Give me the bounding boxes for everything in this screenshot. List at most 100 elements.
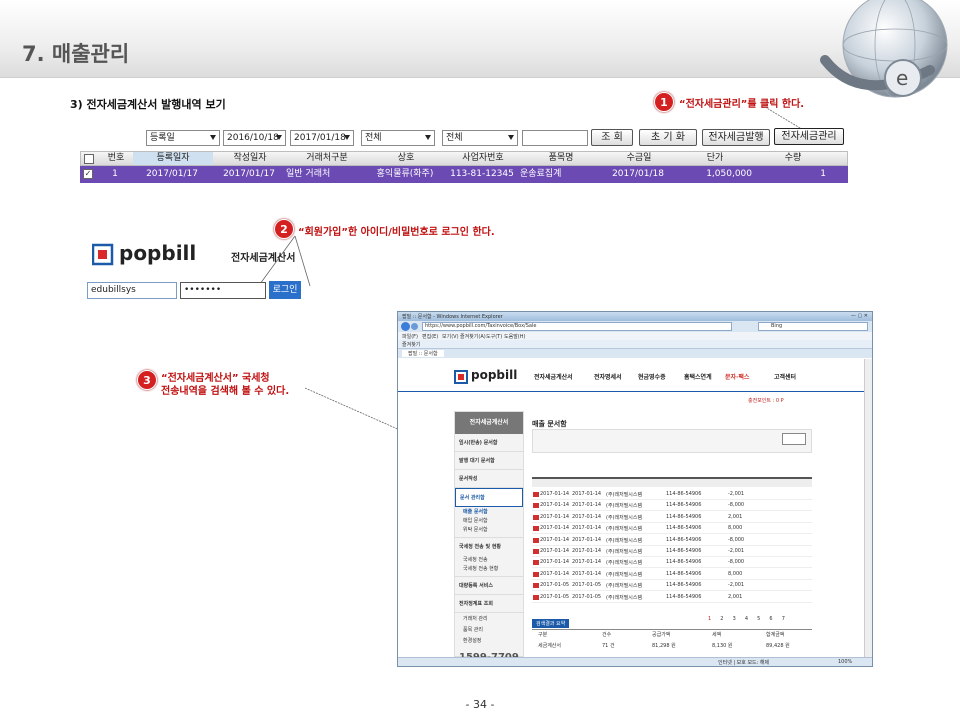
document-status-icon xyxy=(533,503,539,509)
date-from-select[interactable]: 2016/10/18 xyxy=(223,130,286,146)
sidebar-item-ledger[interactable]: 전자정계표 조회 xyxy=(455,594,523,612)
col-quantity: 수량 xyxy=(784,153,802,163)
page-6[interactable]: 6 xyxy=(769,616,772,622)
keyword-input[interactable] xyxy=(522,130,588,146)
sidebar-sub-nts-status[interactable]: 국세청 전송 현황 xyxy=(455,564,523,576)
page-1[interactable]: 1 xyxy=(708,616,711,622)
page-4[interactable]: 4 xyxy=(745,616,748,622)
reset-button[interactable]: 초 기 화 xyxy=(639,129,697,146)
result-row[interactable]: 2017-01-14 2017-01-14 (주)래저필시스템 114-86-5490… xyxy=(532,489,812,500)
result-row[interactable]: 2017-01-05 2017-01-05 (주)래저필시스템 114-86-5490… xyxy=(532,592,812,603)
browser-search-input[interactable]: Bing xyxy=(758,322,868,331)
username-input[interactable]: edubillsys xyxy=(87,282,177,299)
manage-tax-invoice-button[interactable]: 전자세금관리 xyxy=(774,128,844,145)
result-row[interactable]: 2017-01-14 2017-01-14 (주)래저필시스템 114-86-5490… xyxy=(532,569,812,580)
document-status-icon xyxy=(533,526,539,532)
sidebar-sub-purchase[interactable]: 매입 문서함 xyxy=(455,516,523,525)
favorites-link[interactable]: 즐겨찾기 xyxy=(402,341,420,348)
forward-icon[interactable] xyxy=(411,323,418,330)
col-biz-number: 사업자번호 xyxy=(462,153,504,163)
nav-customer-center[interactable]: 고객센터 xyxy=(774,372,796,381)
nav-hometax[interactable]: 홈택스연계 xyxy=(684,372,712,381)
url-input[interactable]: https://www.popbill.com/Taxinvoice/Box/S… xyxy=(422,322,732,331)
menu-tools[interactable]: 도구(T) xyxy=(486,333,502,340)
issue-tax-invoice-button[interactable]: 전자세금발행 xyxy=(702,129,770,146)
row-checkbox[interactable]: ✓ xyxy=(83,169,93,179)
page-7[interactable]: 7 xyxy=(782,616,785,622)
result-row[interactable]: 2017-01-14 2017-01-14 (주)래저필시스템 114-86-5490… xyxy=(532,523,812,535)
pagination: 1 2 3 4 5 6 7 xyxy=(708,605,808,622)
page-number: - 34 - xyxy=(465,698,495,711)
document-status-icon xyxy=(533,537,539,543)
menu-file[interactable]: 파일(F) xyxy=(402,333,418,340)
menu-edit[interactable]: 편집(E) xyxy=(422,333,438,340)
nav-sms-fax[interactable]: 문자·팩스 xyxy=(725,372,749,381)
menu-help[interactable]: 도움말(H) xyxy=(504,333,525,340)
sidebar-sub-nts-send[interactable]: 국세청 전송 xyxy=(455,555,523,564)
sidebar-sub-sales[interactable]: 매출 문서함 xyxy=(455,507,523,516)
result-row[interactable]: 2017-01-14 2017-01-14 (주)래저필시스템 114-86-5490… xyxy=(532,546,812,557)
svg-text:e: e xyxy=(896,66,908,90)
table-row[interactable]: ✓ 1 2017/01/17 2017/01/17 일반 거래처 홍익물류(화주… xyxy=(80,166,848,183)
date-to-select[interactable]: 2017/01/18 xyxy=(290,130,354,146)
result-row[interactable]: 2017-01-14 2017-01-14 (주)래저필시스템 114-86-5490… xyxy=(532,512,812,523)
nav-statement[interactable]: 전자명세서 xyxy=(594,372,622,381)
nav-cash-receipt[interactable]: 현금영수증 xyxy=(638,372,666,381)
back-icon[interactable] xyxy=(401,322,410,331)
popbill-logo: popbill xyxy=(91,241,202,267)
results-header xyxy=(532,479,812,487)
result-row[interactable]: 2017-01-14 2017-01-14 (주)래저필시스템 114-86-5490… xyxy=(532,557,812,569)
window-controls-icon: — ▢ ✕ xyxy=(850,313,868,319)
password-input[interactable]: ••••••• xyxy=(180,282,266,299)
zoom-level[interactable]: 100% xyxy=(838,659,852,665)
result-row[interactable]: 2017-01-14 2017-01-14 (주)래저필시스템 114-86-5490… xyxy=(532,500,812,512)
page-2[interactable]: 2 xyxy=(720,616,723,622)
sidebar-sub-consign[interactable]: 위탁 문서함 xyxy=(455,525,523,537)
sidebar-item-bulk[interactable]: 대량등록 서비스 xyxy=(455,576,523,594)
result-row[interactable]: 2017-01-14 2017-01-14 (주)래저필시스템 114-86-5490… xyxy=(532,535,812,546)
sidebar-item-temp[interactable]: 임시(반송) 문서함 xyxy=(455,434,523,452)
address-bar-row: https://www.popbill.com/Taxinvoice/Box/S… xyxy=(398,321,872,332)
sidebar-item-manage[interactable]: 문서 관리함 xyxy=(455,488,523,507)
sidebar: 전자세금계산서 임시(반송) 문서함 발행 대기 문서함 문서작성 문서 관리함… xyxy=(454,411,524,663)
favorites-bar: 즐겨찾기 xyxy=(398,340,872,349)
document-status-icon xyxy=(533,594,539,600)
filter-1-select[interactable]: 전체 xyxy=(361,130,435,146)
sidebar-item-manage-link[interactable]: 품목 관리 xyxy=(455,624,523,635)
popbill-page: popbill 전자세금계산서 전자명세서 현금영수증 홈택스연계 문자·팩스 … xyxy=(398,359,864,663)
date-type-select[interactable]: 등록일 xyxy=(146,130,220,146)
login-service-label: 전자세금계산서 xyxy=(231,253,296,264)
col-number: 번호 xyxy=(107,153,125,163)
point-balance: 충전포인트 : 0 P xyxy=(748,398,784,404)
browser-screenshot: 팝빌 :: 문서함 - Windows Internet Explorer — … xyxy=(397,311,873,667)
summary-table: 구분 건수 공급가액 세액 합계금액 세금계산서 71 건 81,298 원 8… xyxy=(532,629,812,651)
search-button[interactable]: 조 회 xyxy=(591,129,633,146)
sidebar-settings[interactable]: 환경설정 xyxy=(455,635,523,646)
sidebar-item-write[interactable]: 문서작성 xyxy=(455,470,523,488)
page-3[interactable]: 3 xyxy=(733,616,736,622)
step-3-badge: 3 xyxy=(137,370,157,390)
result-row[interactable]: 2017-01-05 2017-01-05 (주)래저필시스템 114-86-5490… xyxy=(532,580,812,592)
sidebar-client-manage[interactable]: 거래처 관리 xyxy=(455,612,523,624)
col-company: 상호 xyxy=(397,153,415,163)
sidebar-item-pending[interactable]: 발행 대기 문서함 xyxy=(455,452,523,470)
document-status-icon xyxy=(533,560,539,566)
filter-2-select[interactable]: 전체 xyxy=(442,130,518,146)
col-reg-date: 등록일자 xyxy=(133,152,213,165)
browser-statusbar: 인터넷 | 보호 모드: 해제 100% xyxy=(398,657,872,666)
content-search-button[interactable] xyxy=(782,433,806,445)
summary-tab[interactable]: 검색결과 요약 xyxy=(532,619,570,628)
page-5[interactable]: 5 xyxy=(757,616,760,622)
browser-titlebar: 팝빌 :: 문서함 - Windows Internet Explorer — … xyxy=(398,312,872,321)
menu-favorites[interactable]: 즐겨찾기(A) xyxy=(460,333,486,340)
select-all-checkbox[interactable] xyxy=(84,154,94,164)
sidebar-item-nts[interactable]: 국세청 전송 및 현황 xyxy=(455,537,523,555)
browser-scrollbar[interactable] xyxy=(864,359,872,657)
content-title: 매출 문서함 xyxy=(532,420,567,428)
browser-tab[interactable]: 팝빌 :: 문서함 xyxy=(402,350,444,357)
nav-tax-invoice[interactable]: 전자세금계산서 xyxy=(534,372,573,381)
login-button[interactable]: 로그인 xyxy=(269,281,301,299)
col-unit-price: 단가 xyxy=(706,153,724,163)
menu-view[interactable]: 보기(V) xyxy=(442,333,459,340)
col-item: 품목명 xyxy=(548,153,574,163)
